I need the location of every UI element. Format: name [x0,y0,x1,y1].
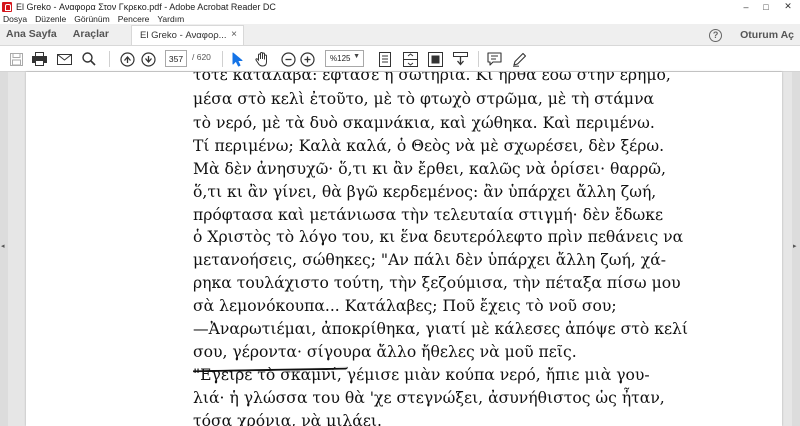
text-line: ὁ Χριστὸς τὸ λόγο του, κι ἕνα δευτερόλεφ… [193,228,684,246]
menu-help[interactable]: Yardım [157,14,184,24]
chevron-down-icon: ▼ [353,53,360,60]
menu-bar: Dosya Düzenle Görünüm Pencere Yardım [0,13,800,24]
text-line: ρηκα τουλάχιστο τούτη, τὴν ξεζούμισα, τὴ… [193,274,681,292]
right-panel-toggle[interactable]: ▸ [792,72,800,426]
tab-home[interactable]: Ana Sayfa [0,23,65,45]
tab-document-label: El Greko - Αναφορ... [139,30,227,41]
text-line: σου, γέροντα· σίγουρα ἄλλο ἤθελες νὰ μοῦ… [193,343,577,361]
text-line: τόσα χρόνια, νὰ μιλάει. [193,412,382,426]
text-line: μετανοήσεις, σώθηκες; "Αν πάλι δὲν ὑπάρχ… [193,251,667,269]
hand-icon[interactable] [254,51,270,67]
zoom-level-select[interactable]: %125 ▼ [325,50,364,67]
menu-view[interactable]: Görünüm [74,14,109,24]
cursor-arrow-icon[interactable] [230,51,244,67]
email-icon[interactable] [56,51,72,67]
toolbar-divider [478,51,479,67]
toolbar: 357 / 620 %125 ▼ [0,46,800,72]
menu-edit[interactable]: Düzenle [35,14,66,24]
search-icon[interactable] [81,51,97,67]
fit-page-icon[interactable] [377,51,393,67]
text-line: πρόφτασα καὶ μετάνιωσα τὴν τελευταία στι… [193,206,664,224]
zoom-level-value: %125 [330,54,351,63]
close-button[interactable]: ✕ [776,0,800,13]
acrobat-app-icon [2,1,12,12]
arrow-up-circle-icon[interactable] [119,51,135,67]
left-panel-toggle[interactable]: ◂ [0,72,8,426]
text-line: λιά· ἡ γλώσσα του θὰ 'χε στεγνώξει, ἀσυν… [193,389,665,407]
window-controls: – □ ✕ [736,0,800,13]
tab-tools[interactable]: Araçlar [65,23,117,45]
help-icon[interactable]: ? [709,28,723,42]
tab-bar: Ana Sayfa Araçlar El Greko - Αναφορ... ×… [0,24,800,46]
text-line: σὰ λεμονόκουπα... Κατάλαβες; Ποῦ ἔχεις τ… [193,297,617,315]
header-right: ? Oturum Aç [709,24,800,46]
toolbar-divider [109,51,110,67]
zoom-out-icon[interactable] [280,51,296,67]
text-line: μέσα στὸ κελὶ ἐτοῦτο, μὲ τὸ φτωχὸ στρῶμα… [193,90,655,108]
text-line: —Ἀναρωτιέμαι, ἀποκρίθηκα, γιατί μὲ κάλεσ… [193,320,689,338]
text-line: τότε κατάλαβα: έφτασε η σωτηρία. Κι ήρθα… [193,72,671,84]
sign-in-button[interactable]: Oturum Aç [740,29,794,41]
scroll-mode-icon[interactable] [402,51,418,67]
text-line: Μὰ δὲν ἀνησυχῶ· ὅ,τι κι ἂν ἔρθει, καλῶς … [193,160,666,178]
text-line: Τί περιμένω; Καλὰ καλά, ὁ Θεὸς νὰ μὲ σχω… [193,137,665,155]
tab-document[interactable]: El Greko - Αναφορ... × [130,25,244,45]
minimize-button[interactable]: – [736,0,756,13]
menu-file[interactable]: Dosya [3,14,27,24]
toolbar-divider [222,51,223,67]
save-icon[interactable] [8,51,24,67]
read-mode-icon[interactable] [452,51,468,67]
pen-icon[interactable] [511,51,527,67]
tab-close-icon[interactable]: × [231,29,237,40]
print-icon[interactable] [31,51,47,67]
comment-icon[interactable] [486,51,502,67]
expand-right-icon: ▸ [793,243,797,250]
zoom-in-icon[interactable] [299,51,315,67]
text-line: ὅ,τι κι ἂν γίνει, θὰ βγῶ κερδεμένος: ἂν … [193,183,657,201]
page-number-input[interactable]: 357 [165,50,187,67]
menu-window[interactable]: Pencere [118,14,150,24]
pdf-page: τότε κατάλαβα: έφτασε η σωτηρία. Κι ήρθα… [26,72,782,426]
window-title: El Greko - Αναφορα Στον Γκρεκο.pdf - Ado… [16,1,276,12]
document-viewport[interactable]: ◂ τότε κατάλαβα: έφτασε η σωτηρία. Κι ήρ… [0,72,800,426]
expand-left-icon: ◂ [1,243,5,250]
window-title-bar: El Greko - Αναφορα Στον Γκρεκο.pdf - Ado… [0,0,800,13]
page-total: / 620 [192,52,211,62]
page-view-icon[interactable] [427,51,443,67]
arrow-down-circle-icon[interactable] [140,51,156,67]
maximize-button[interactable]: □ [756,0,776,13]
text-line: τὸ νερό, μὲ τὰ δυὸ σκαμνάκια, καὶ χώθηκα… [193,114,655,132]
